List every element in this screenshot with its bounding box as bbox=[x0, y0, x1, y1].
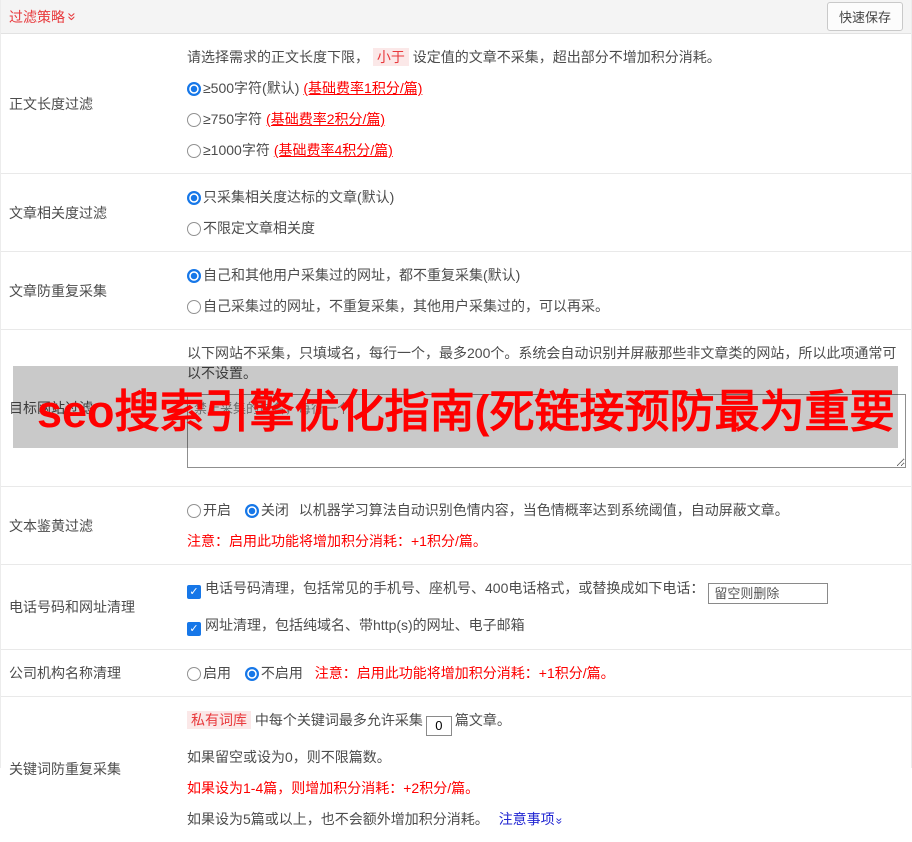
keyword-limit-line: 私有词库 中每个关键词最多允许采集 篇文章。 bbox=[187, 710, 903, 736]
porn-filter-description: 以机器学习算法自动识别色情内容，当色情概率达到系统阈值，自动屏蔽文章。 bbox=[298, 502, 789, 518]
collapse-chevron-icon[interactable]: » bbox=[64, 12, 81, 20]
radio-collect-relevant-icon[interactable] bbox=[187, 191, 201, 205]
length-option-750[interactable]: ≥750字符 (基础费率2积分/篇) bbox=[187, 109, 903, 129]
porn-filter-note: 注意：启用此功能将增加积分消耗：+1积分/篇。 bbox=[187, 533, 487, 549]
option-label: 不启用 bbox=[260, 665, 303, 681]
notes-chevron-icon: » bbox=[552, 817, 567, 824]
row-company-name-cleanup: 公司机构名称清理 启用 不启用 注意：启用此功能将增加积分消耗：+1积分/篇。 bbox=[1, 650, 911, 697]
radio-unlimited-relevance-icon[interactable] bbox=[187, 222, 201, 236]
row-content: 开启 关闭 以机器学习算法自动识别色情内容，当色情概率达到系统阈值，自动屏蔽文章… bbox=[187, 487, 911, 564]
company-option-off[interactable]: 不启用 bbox=[244, 665, 303, 681]
radio-porn-on-icon[interactable] bbox=[187, 504, 201, 518]
checkbox-label: 网址清理，包括纯域名、带http(s)的网址、电子邮箱 bbox=[205, 617, 525, 633]
radio-dedup-self-only-icon[interactable] bbox=[187, 300, 201, 314]
keyword-limit-unit: 篇文章。 bbox=[454, 712, 511, 728]
length-intro-before: 请选择需求的正文长度下限， bbox=[187, 49, 369, 65]
length-option-500[interactable]: ≥500字符(默认) (基础费率1积分/篇) bbox=[187, 78, 903, 98]
target-site-textarea-wrap bbox=[187, 394, 906, 473]
length-option-1000[interactable]: ≥1000字符 (基础费率4积分/篇) bbox=[187, 140, 903, 160]
dedup-option-self-only[interactable]: 自己采集过的网址，不重复采集，其他用户采集过的，可以再采。 bbox=[187, 296, 903, 316]
row-target-site-filter: 目标网站过滤 以下网站不采集，只填域名，每行一个，最多200个。系统会自动识别并… bbox=[1, 330, 911, 487]
row-label: 文本鉴黄过滤 bbox=[9, 517, 93, 534]
row-porn-filter: 文本鉴黄过滤 开启 关闭 以机器学习算法自动识别色情内容，当色情概率达到系统阈值… bbox=[1, 487, 911, 565]
less-than-badge: 小于 bbox=[372, 48, 409, 66]
replacement-phone-input[interactable] bbox=[708, 583, 829, 604]
checkbox-url-clean-icon[interactable]: ✓ bbox=[187, 622, 201, 636]
option-label: ≥500字符(默认) bbox=[203, 80, 300, 96]
note-text: 如果设为5篇或以上，也不会额外增加积分消耗。 bbox=[187, 810, 489, 827]
keyword-note-five-plus: 如果设为5篇或以上，也不会额外增加积分消耗。 注意事项» bbox=[187, 809, 903, 829]
row-label: 正文长度过滤 bbox=[9, 95, 93, 112]
option-label: 自己和其他用户采集过的网址，都不重复采集(默认) bbox=[203, 267, 521, 283]
radio-dedup-all-users-icon[interactable] bbox=[187, 269, 201, 283]
row-anti-duplicate: 文章防重复采集 自己和其他用户采集过的网址，都不重复采集(默认) 自己采集过的网… bbox=[1, 252, 911, 330]
company-cleanup-note: 注意：启用此功能将增加积分消耗：+1积分/篇。 bbox=[314, 665, 615, 681]
porn-option-on[interactable]: 开启 bbox=[187, 502, 241, 518]
notes-link-label: 注意事项 bbox=[498, 810, 555, 827]
option-label: ≥750字符 bbox=[203, 111, 263, 127]
row-keyword-anti-duplicate: 关键词防重复采集 私有词库 中每个关键词最多允许采集 篇文章。 如果留空或设为0，… bbox=[1, 697, 911, 842]
row-label: 文章相关度过滤 bbox=[9, 204, 107, 221]
porn-filter-options: 开启 关闭 以机器学习算法自动识别色情内容，当色情概率达到系统阈值，自动屏蔽文章… bbox=[187, 500, 903, 520]
checkbox-phone-clean-icon[interactable]: ✓ bbox=[187, 585, 201, 599]
row-relevance-filter: 文章相关度过滤 只采集相关度达标的文章(默认) 不限定文章相关度 bbox=[1, 174, 911, 252]
filter-strategy-page: 过滤策略 » 快速保存 正文长度过滤 请选择需求的正文长度下限， 小于 设定值的… bbox=[0, 0, 912, 827]
row-body-length-filter: 正文长度过滤 请选择需求的正文长度下限， 小于 设定值的文章不采集，超出部分不增… bbox=[1, 34, 911, 174]
max-articles-input[interactable] bbox=[425, 715, 452, 736]
quick-save-button[interactable]: 快速保存 bbox=[826, 2, 903, 31]
relevance-option-strict[interactable]: 只采集相关度达标的文章(默认) bbox=[187, 187, 903, 207]
phone-cleanup-line: ✓ 电话号码清理，包括常见的手机号、座机号、400电话格式，或替换成如下电话： bbox=[187, 578, 903, 604]
keyword-limit-text: 中每个关键词最多允许采集 bbox=[254, 712, 423, 728]
fee-note: (基础费率4积分/篇) bbox=[273, 142, 393, 158]
option-label: 启用 bbox=[203, 665, 231, 681]
radio-porn-off-icon[interactable] bbox=[244, 504, 259, 518]
option-label: 不限定文章相关度 bbox=[203, 220, 315, 236]
row-content: 自己和其他用户采集过的网址，都不重复采集(默认) 自己采集过的网址，不重复采集，… bbox=[187, 252, 911, 329]
option-label: 开启 bbox=[203, 502, 231, 518]
private-lexicon-badge[interactable]: 私有词库 bbox=[187, 711, 251, 729]
blocked-domains-textarea[interactable] bbox=[187, 394, 906, 468]
porn-option-off[interactable]: 关闭 bbox=[244, 502, 289, 518]
row-content: 启用 不启用 注意：启用此功能将增加积分消耗：+1积分/篇。 bbox=[187, 650, 911, 696]
dedup-option-all-users[interactable]: 自己和其他用户采集过的网址，都不重复采集(默认) bbox=[187, 265, 903, 285]
target-site-description: 以下网站不采集，只填域名，每行一个，最多200个。系统会自动识别并屏蔽那些非文章… bbox=[187, 345, 897, 381]
length-intro-after: 设定值的文章不采集，超出部分不增加积分消耗。 bbox=[412, 49, 721, 65]
option-label: 只采集相关度达标的文章(默认) bbox=[203, 189, 395, 205]
row-content: 请选择需求的正文长度下限， 小于 设定值的文章不采集，超出部分不增加积分消耗。 … bbox=[187, 34, 911, 173]
row-label: 关键词防重复采集 bbox=[9, 761, 121, 778]
notes-link[interactable]: 注意事项» bbox=[498, 810, 567, 827]
row-phone-url-cleanup: 电话号码和网址清理 ✓ 电话号码清理，包括常见的手机号、座机号、400电话格式，或… bbox=[1, 565, 911, 650]
keyword-note-unlimited: 如果留空或设为0，则不限篇数。 bbox=[187, 748, 391, 765]
section-header: 过滤策略 » 快速保存 bbox=[1, 0, 911, 34]
radio-company-on-icon[interactable] bbox=[187, 667, 201, 681]
row-label: 文章防重复采集 bbox=[9, 282, 107, 299]
keyword-note-fee: 如果设为1-4篇，则增加积分消耗：+2积分/篇。 bbox=[187, 779, 480, 796]
option-label: 自己采集过的网址，不重复采集，其他用户采集过的，可以再采。 bbox=[203, 298, 609, 314]
length-intro: 请选择需求的正文长度下限， 小于 设定值的文章不采集，超出部分不增加积分消耗。 bbox=[187, 47, 903, 67]
page-title: 过滤策略 bbox=[9, 8, 65, 25]
option-label: ≥1000字符 bbox=[203, 142, 270, 158]
fee-note: (基础费率2积分/篇) bbox=[266, 111, 386, 127]
url-cleanup-line: ✓ 网址清理，包括纯域名、带http(s)的网址、电子邮箱 bbox=[187, 615, 903, 636]
row-content: 以下网站不采集，只填域名，每行一个，最多200个。系统会自动识别并屏蔽那些非文章… bbox=[187, 330, 912, 486]
radio-750-chars-icon[interactable] bbox=[187, 113, 201, 127]
row-label: 电话号码和网址清理 bbox=[9, 599, 135, 615]
row-label: 公司机构名称清理 bbox=[9, 665, 121, 681]
row-content: 只采集相关度达标的文章(默认) 不限定文章相关度 bbox=[187, 174, 911, 251]
row-label: 目标网站过滤 bbox=[9, 400, 93, 416]
relevance-option-any[interactable]: 不限定文章相关度 bbox=[187, 218, 903, 238]
row-content: 私有词库 中每个关键词最多允许采集 篇文章。 如果留空或设为0，则不限篇数。 如果… bbox=[187, 697, 911, 842]
checkbox-label: 电话号码清理，包括常见的手机号、座机号、400电话格式，或替换成如下电话： bbox=[205, 580, 705, 596]
radio-company-off-icon[interactable] bbox=[244, 667, 259, 681]
row-content: ✓ 电话号码清理，包括常见的手机号、座机号、400电话格式，或替换成如下电话： ✓… bbox=[187, 565, 911, 649]
radio-500-chars-icon[interactable] bbox=[187, 82, 201, 96]
company-cleanup-options: 启用 不启用 注意：启用此功能将增加积分消耗：+1积分/篇。 bbox=[187, 663, 903, 683]
company-option-on[interactable]: 启用 bbox=[187, 665, 241, 681]
option-label: 关闭 bbox=[260, 502, 289, 518]
radio-1000-chars-icon[interactable] bbox=[187, 144, 201, 158]
fee-note: (基础费率1积分/篇) bbox=[303, 80, 423, 96]
